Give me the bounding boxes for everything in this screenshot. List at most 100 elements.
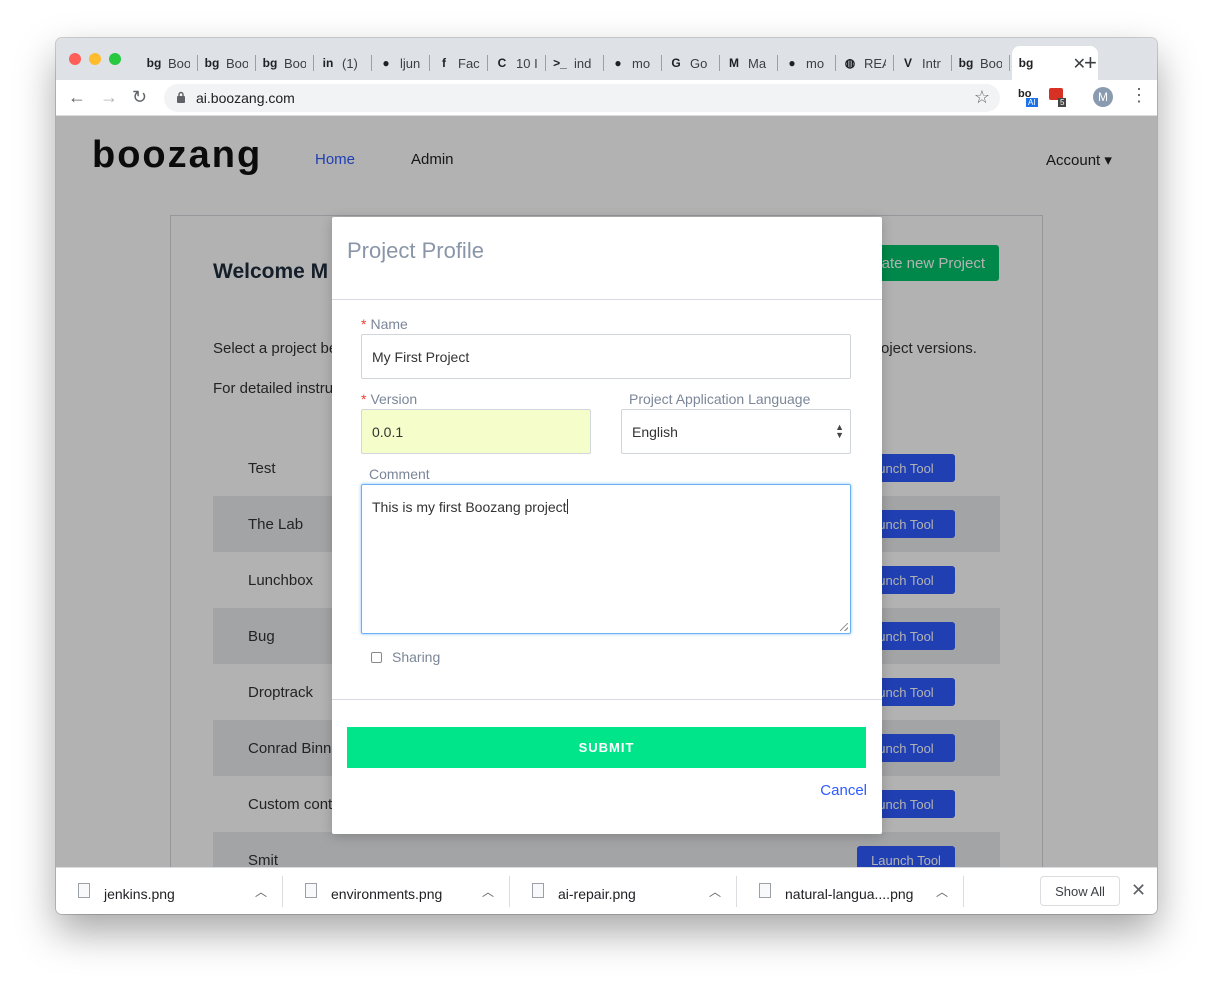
download-filename: jenkins.png bbox=[104, 886, 175, 902]
translate-icon: G bbox=[671, 56, 681, 70]
tab-title: Boo bbox=[284, 55, 306, 71]
red-extension-icon[interactable]: 5 bbox=[1049, 88, 1069, 108]
comment-textarea[interactable]: This is my first Boozang project bbox=[361, 484, 851, 634]
resize-handle-icon[interactable] bbox=[840, 623, 848, 631]
download-item[interactable]: ai-repair.png ︿ bbox=[510, 868, 737, 914]
menu-kebab-icon[interactable]: ⋮ bbox=[1130, 85, 1148, 106]
tab-title: 10 I bbox=[516, 55, 538, 71]
sharing-label: Sharing bbox=[392, 649, 441, 665]
name-label-text: Name bbox=[370, 316, 408, 332]
tab-title: Intr bbox=[922, 55, 941, 71]
browser-tab[interactable]: f Fac bbox=[430, 46, 488, 80]
download-bar: jenkins.png ︿ environments.png ︿ ai-repair.p… bbox=[56, 867, 1157, 914]
name-input[interactable]: My First Project bbox=[361, 334, 851, 379]
tab-title: Ma bbox=[748, 55, 767, 71]
tab-title: REA bbox=[864, 55, 886, 71]
language-select-value: English bbox=[632, 423, 678, 440]
browser-tab[interactable]: in (1) bbox=[314, 46, 372, 80]
forward-icon[interactable]: → bbox=[100, 88, 118, 106]
browser-tab[interactable]: bg Boo bbox=[256, 46, 314, 80]
tab-title: mo bbox=[632, 55, 651, 71]
page-content: boozang Home Admin Account ▾ Welcome M a… bbox=[56, 116, 1157, 867]
browser-tab[interactable]: bg Boo bbox=[198, 46, 256, 80]
name-input-value: My First Project bbox=[372, 348, 470, 365]
tab-title: Boo bbox=[980, 55, 1002, 71]
browser-tab[interactable]: ● mo bbox=[604, 46, 662, 80]
browser-tab[interactable]: M Ma bbox=[720, 46, 778, 80]
github-icon: ● bbox=[382, 56, 390, 70]
language-label: Project Application Language bbox=[629, 391, 811, 407]
comment-textarea-value: This is my first Boozang project bbox=[372, 499, 567, 515]
profile-avatar[interactable]: M bbox=[1093, 87, 1113, 107]
version-label-text: Version bbox=[370, 391, 418, 407]
browser-tab[interactable]: bg Boo bbox=[140, 46, 198, 80]
boozang-extension-icon[interactable]: bo AI bbox=[1018, 88, 1038, 108]
lock-icon bbox=[177, 91, 185, 103]
show-all-downloads-button[interactable]: Show All bbox=[1040, 876, 1120, 906]
comment-label: Comment bbox=[369, 466, 430, 482]
select-arrows-icon: ▲ ▼ bbox=[835, 422, 844, 440]
download-item[interactable]: jenkins.png ︿ bbox=[56, 868, 283, 914]
image-file-icon bbox=[759, 883, 771, 898]
chevron-up-icon[interactable]: ︿ bbox=[709, 883, 721, 900]
modal-title: Project Profile bbox=[347, 238, 484, 263]
sharing-checkbox[interactable] bbox=[371, 652, 382, 663]
minimize-window-button[interactable] bbox=[89, 53, 101, 65]
bookmark-star-icon[interactable]: ☆ bbox=[974, 87, 990, 108]
download-separator bbox=[963, 876, 964, 907]
submit-button[interactable]: SUBMIT bbox=[347, 727, 866, 768]
boozang-icon: bg bbox=[204, 56, 220, 70]
linkedin-icon: in bbox=[322, 56, 334, 70]
boozang-icon: bg bbox=[1018, 56, 1034, 70]
tab-title: mo bbox=[806, 55, 825, 71]
footer-divider bbox=[332, 699, 882, 700]
github-icon: ● bbox=[788, 56, 796, 70]
browser-tab[interactable]: bg Boo bbox=[952, 46, 1010, 80]
extension-badge: AI bbox=[1026, 98, 1038, 107]
download-filename: ai-repair.png bbox=[558, 886, 636, 902]
browser-tab[interactable]: ● mo bbox=[778, 46, 836, 80]
download-item[interactable]: environments.png ︿ bbox=[283, 868, 510, 914]
tab-title: (1) bbox=[342, 55, 358, 71]
header-divider bbox=[332, 299, 882, 300]
browser-tab[interactable]: ● ljun bbox=[372, 46, 430, 80]
browser-window: bg Boo bg Boo bg Boo in (1) ● ljun f Fac C 10 I >_ ind ●… bbox=[56, 38, 1157, 914]
chevron-up-icon[interactable]: ︿ bbox=[482, 883, 494, 900]
chevron-up-icon[interactable]: ︿ bbox=[255, 883, 267, 900]
version-label: * Version bbox=[361, 391, 418, 407]
version-input[interactable]: 0.0.1 bbox=[361, 409, 591, 454]
browser-tab[interactable]: ◍ REA bbox=[836, 46, 894, 80]
language-select[interactable]: English ▲ ▼ bbox=[621, 409, 851, 454]
back-icon[interactable]: ← bbox=[68, 88, 86, 106]
github-icon: ● bbox=[614, 56, 622, 70]
close-window-button[interactable] bbox=[69, 53, 81, 65]
close-download-bar-icon[interactable]: ✕ bbox=[1131, 880, 1146, 901]
version-input-value: 0.0.1 bbox=[372, 423, 404, 440]
zoom-window-button[interactable] bbox=[109, 53, 121, 65]
tab-title: Boo bbox=[168, 55, 190, 71]
image-file-icon bbox=[305, 883, 317, 898]
markdown-icon: M bbox=[729, 56, 739, 70]
name-label: * Name bbox=[361, 316, 408, 332]
browser-tab[interactable]: V Intr bbox=[894, 46, 952, 80]
facebook-icon: f bbox=[442, 56, 446, 70]
browser-tab[interactable]: G Go bbox=[662, 46, 720, 80]
image-file-icon bbox=[78, 883, 90, 898]
reload-icon[interactable]: ↻ bbox=[132, 88, 147, 106]
browser-tab[interactable]: >_ ind bbox=[546, 46, 604, 80]
tab-list: bg Boo bg Boo bg Boo in (1) ● ljun f Fac C 10 I >_ ind ●… bbox=[140, 46, 1098, 80]
cancel-link[interactable]: Cancel bbox=[820, 782, 867, 799]
browser-toolbar: ← → ↻ ai.boozang.com ☆ bo AI 5 M ⋮ bbox=[56, 80, 1157, 116]
address-bar[interactable]: ai.boozang.com ☆ bbox=[164, 84, 1000, 112]
browser-tab[interactable]: C 10 I bbox=[488, 46, 546, 80]
tab-title: ljun bbox=[400, 55, 421, 71]
chevron-up-icon[interactable]: ︿ bbox=[936, 883, 948, 900]
project-profile-modal: Project Profile * Name My First Project *… bbox=[332, 217, 882, 834]
image-file-icon bbox=[532, 883, 544, 898]
download-item[interactable]: natural-langua....png ︿ bbox=[737, 868, 964, 914]
new-tab-button[interactable]: + bbox=[1084, 50, 1097, 76]
terminal-icon: >_ bbox=[553, 56, 567, 70]
extension-count-badge: 5 bbox=[1058, 98, 1067, 107]
download-filename: environments.png bbox=[331, 886, 443, 902]
tab-strip: bg Boo bg Boo bg Boo in (1) ● ljun f Fac C 10 I >_ ind ●… bbox=[56, 38, 1157, 80]
